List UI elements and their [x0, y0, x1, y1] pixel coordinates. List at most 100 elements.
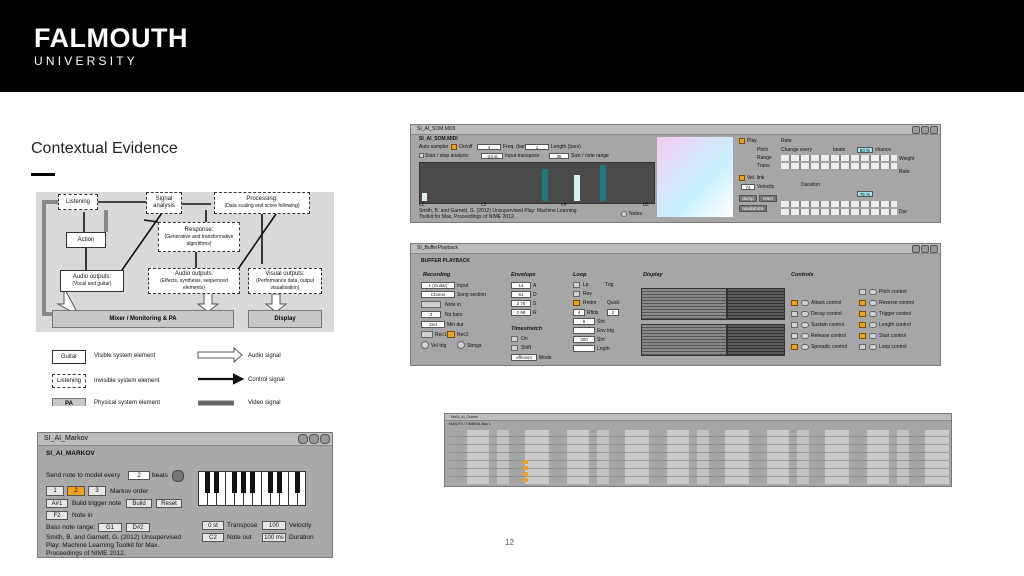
duration-field[interactable]: 100 ms: [262, 533, 286, 542]
env-decay-field[interactable]: 61: [511, 291, 531, 298]
sustain-control-toggle[interactable]: [791, 322, 798, 328]
chance-field[interactable]: 80 %: [857, 147, 873, 153]
piano-black-key[interactable]: [268, 472, 273, 493]
settings-icon[interactable]: [912, 245, 920, 253]
ts-on-toggle[interactable]: [511, 336, 518, 342]
piano-black-key[interactable]: [205, 472, 210, 493]
rndm-toggle[interactable]: [573, 300, 580, 306]
velocity-field[interactable]: 100: [262, 521, 286, 530]
pitch-control-toggle[interactable]: [859, 289, 866, 295]
build-button[interactable]: Build: [126, 499, 152, 508]
env-attack-field[interactable]: 14: [511, 282, 531, 289]
piano-black-key[interactable]: [277, 472, 282, 493]
transpose-field[interactable]: -24 st: [481, 153, 503, 159]
order-1-button[interactable]: 1: [46, 486, 64, 496]
start-control-knob[interactable]: [869, 333, 877, 339]
rev-toggle[interactable]: [573, 291, 580, 297]
weight-row-1[interactable]: [781, 155, 897, 161]
transpose-field[interactable]: 0 st: [202, 521, 224, 530]
rflds-field[interactable]: 4: [573, 309, 585, 316]
pitch-control-knob[interactable]: [869, 289, 877, 295]
piano-black-key[interactable]: [232, 472, 237, 493]
decay-control-knob[interactable]: [801, 311, 809, 317]
release-control-toggle[interactable]: [791, 333, 798, 339]
sporadic-control-knob[interactable]: [801, 344, 809, 350]
settings-icon[interactable]: [912, 126, 920, 134]
bang-indicator[interactable]: [172, 470, 184, 482]
piano-black-key[interactable]: [250, 472, 255, 493]
power-icon[interactable]: [930, 126, 938, 134]
ts-shift-toggle[interactable]: [511, 345, 518, 351]
length-field[interactable]: 1: [525, 144, 549, 150]
notes-toggle[interactable]: [621, 211, 627, 217]
edit-icon[interactable]: [921, 126, 929, 134]
order-3-button[interactable]: 3: [88, 486, 106, 496]
sporadic-control-toggle[interactable]: [791, 344, 798, 350]
edit-icon[interactable]: [921, 245, 929, 253]
trigger-control-knob[interactable]: [869, 311, 877, 317]
env-trig-select[interactable]: [573, 327, 595, 334]
note-in-field[interactable]: [421, 301, 441, 308]
ts-mode-select[interactable]: efficient: [511, 354, 537, 361]
reverse-control-knob[interactable]: [869, 300, 877, 306]
attack-control-knob[interactable]: [801, 300, 809, 306]
dump-button[interactable]: dump: [739, 195, 757, 202]
decay-control-toggle[interactable]: [791, 311, 798, 317]
play-toggle[interactable]: [739, 138, 745, 144]
range-high-field[interactable]: D#2: [126, 523, 150, 532]
strngs-knob[interactable]: [457, 341, 465, 349]
release-control-knob[interactable]: [801, 333, 809, 339]
power-icon[interactable]: [930, 245, 938, 253]
piano-black-key[interactable]: [241, 472, 246, 493]
piano-black-key[interactable]: [214, 472, 219, 493]
quick-field[interactable]: 2: [607, 309, 619, 316]
weight-row-3[interactable]: [781, 201, 897, 207]
loop-control-knob[interactable]: [869, 344, 877, 350]
orange-toggle-column[interactable]: [523, 460, 528, 482]
lp-toggle[interactable]: [573, 282, 580, 288]
env-sustain-field[interactable]: 2 76: [511, 300, 531, 307]
sustain-control-knob[interactable]: [801, 322, 809, 328]
loop-control-toggle[interactable]: [859, 344, 866, 350]
length-select[interactable]: [573, 345, 595, 352]
song-section-select[interactable]: Chorus: [421, 291, 455, 298]
weight-row-2[interactable]: [781, 163, 897, 169]
input-select[interactable]: 1 (Guitar): [421, 282, 455, 289]
piano-keyboard[interactable]: [198, 471, 306, 506]
range-low-field[interactable]: G1: [98, 523, 122, 532]
trigger-note-field[interactable]: A#1: [46, 499, 68, 508]
trigger-control-toggle[interactable]: [859, 311, 866, 317]
reset-button[interactable]: Reset: [156, 499, 182, 508]
rec2-toggle[interactable]: [447, 331, 455, 338]
reset-button[interactable]: reset: [759, 195, 777, 202]
env-release-field[interactable]: 2 88: [511, 309, 531, 316]
size-field[interactable]: 36: [549, 153, 569, 159]
note-out-field[interactable]: C2: [202, 533, 224, 542]
no-bars-field[interactable]: 3: [421, 311, 441, 318]
settings-icon[interactable]: [298, 434, 308, 444]
reverse-control-toggle[interactable]: [859, 300, 866, 306]
send-note-field[interactable]: 2: [128, 471, 150, 480]
velocity-field[interactable]: 74: [741, 184, 755, 190]
start-control-toggle[interactable]: [859, 333, 866, 339]
vel-link-toggle[interactable]: [739, 175, 745, 181]
freq-field[interactable]: 4: [477, 144, 501, 150]
chance2-field[interactable]: 75 %: [857, 191, 873, 197]
on-off-toggle[interactable]: [451, 144, 457, 150]
edit-icon[interactable]: [309, 434, 319, 444]
order-2-button[interactable]: 2: [67, 486, 85, 496]
length-control-toggle[interactable]: [859, 322, 866, 328]
note-in-field[interactable]: F2: [46, 511, 68, 520]
min-dur-select[interactable]: 2nd: [421, 321, 445, 328]
power-icon[interactable]: [320, 434, 330, 444]
attack-control-toggle[interactable]: [791, 300, 798, 306]
piano-black-key[interactable]: [295, 472, 300, 493]
randomize-button[interactable]: randomize: [739, 205, 767, 212]
trig-start-field[interactable]: 6: [573, 318, 595, 325]
vel-trig-knob[interactable]: [421, 341, 429, 349]
weight-row-4[interactable]: [781, 209, 897, 215]
rec1-toggle[interactable]: [421, 331, 433, 338]
start-stop-toggle[interactable]: [419, 153, 424, 158]
length-control-knob[interactable]: [869, 322, 877, 328]
start-ms-field[interactable]: 300: [573, 336, 595, 343]
